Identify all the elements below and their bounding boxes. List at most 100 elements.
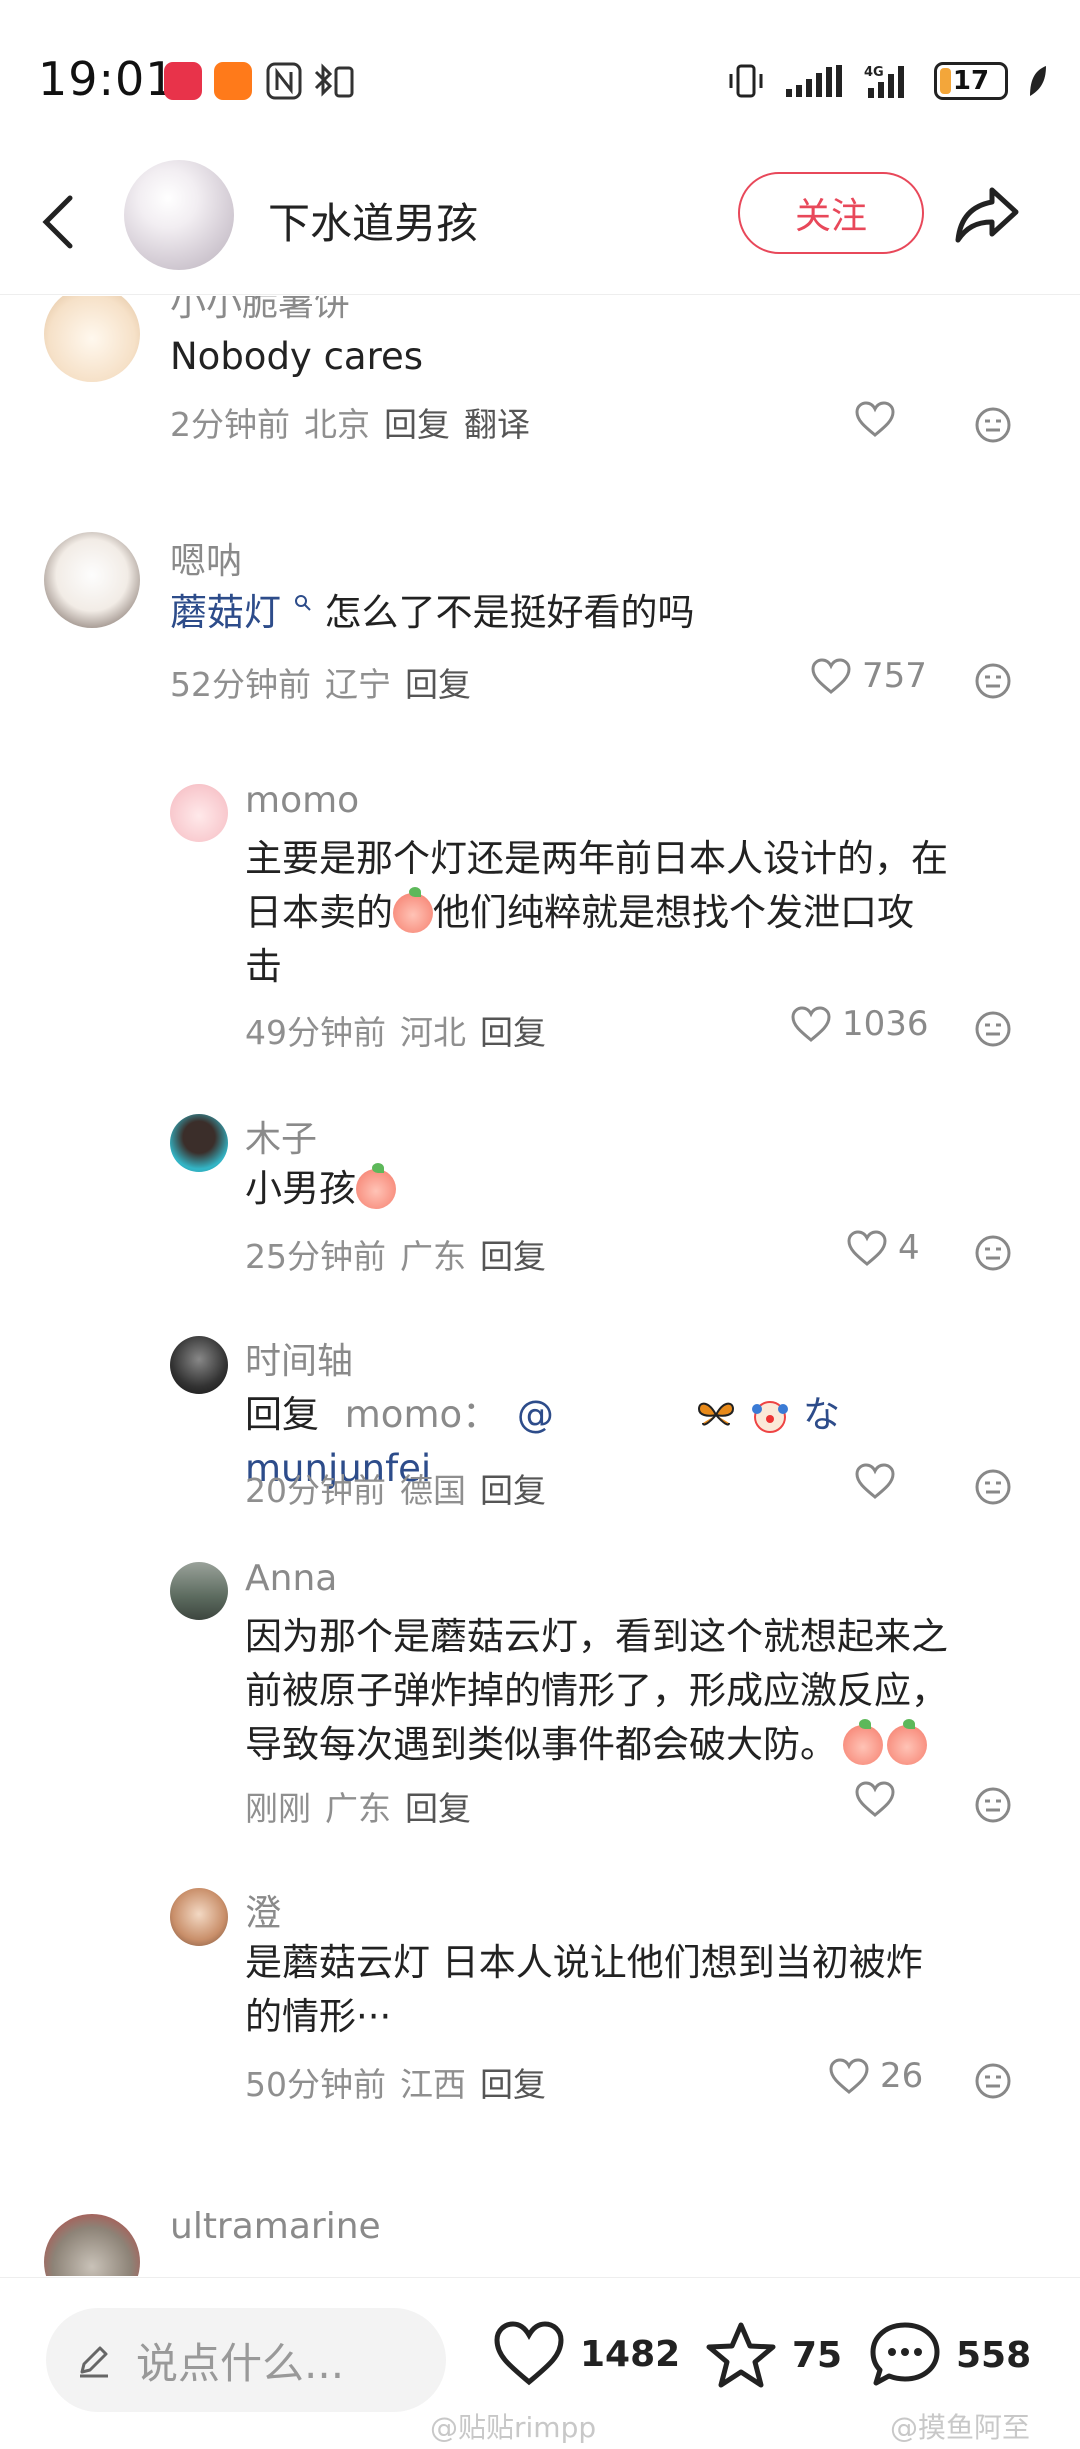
like-button[interactable] (854, 1462, 906, 1500)
reply-button[interactable]: 回复 (480, 1230, 546, 1278)
reply-button[interactable]: 回复 (384, 398, 450, 446)
like-count: 757 (862, 656, 927, 696)
commenter-name[interactable]: Anna (245, 1558, 337, 1599)
peach-emoji (356, 1163, 396, 1209)
4g-signal-icon: 4G (864, 65, 904, 98)
follow-button[interactable]: 关注 (738, 172, 924, 254)
react-face-icon[interactable] (974, 1786, 1012, 1824)
comment-text[interactable]: 是蘑菇云灯 日本人说让他们想到当初被炸 的情形··· (245, 1936, 923, 2044)
commenter-avatar[interactable] (170, 1888, 228, 1946)
butterfly-emoji (698, 1402, 735, 1426)
status-right-icons: 4G 17 (726, 60, 1048, 102)
back-button[interactable] (38, 182, 86, 262)
bottom-action-bar: 说点什么... 1482 75 558 @贴贴rimpp @摸鱼阿至 (0, 2277, 1080, 2449)
commenter-avatar[interactable] (170, 1336, 228, 1394)
status-time: 19:01 (38, 52, 176, 106)
heart-icon (494, 2321, 564, 2386)
commenter-name[interactable]: 嗯呐 (170, 532, 242, 584)
reply-button[interactable]: 回复 (405, 658, 471, 706)
clown-emoji (752, 1401, 789, 1433)
reply-button[interactable]: 回复 (480, 1464, 546, 1512)
commenter-name[interactable]: 小小脆薯饼 (170, 296, 350, 326)
at-sign[interactable]: @ (517, 1393, 554, 1436)
like-count: 26 (880, 2056, 924, 2096)
comment-line: 是蘑菇云灯 日本人说让他们想到当初被炸 (245, 1941, 923, 1984)
share-button[interactable] (952, 180, 1022, 250)
mention-link[interactable]: 蘑菇灯 (170, 591, 281, 634)
comment-time: 2分钟前 (170, 405, 290, 444)
translate-button[interactable]: 翻译 (464, 398, 530, 446)
comment-bubble-icon (870, 2322, 940, 2386)
commenter-avatar[interactable] (170, 784, 228, 842)
signal-icon (786, 65, 842, 97)
reply-button[interactable]: 回复 (480, 1006, 546, 1054)
comment-text[interactable]: 小男孩 (245, 1162, 396, 1216)
favorite-button[interactable]: 75 (704, 2320, 842, 2390)
chevron-left-icon (42, 195, 73, 249)
comment-location: 广东 (400, 1237, 466, 1276)
reply-item: momo 主要是那个灯还是两年前日本人设计的，在 日本卖的 他们纯粹就是想找个发泄… (0, 780, 1080, 1080)
comment-count: 558 (956, 2334, 1032, 2376)
comment-location: 北京 (304, 405, 370, 444)
comment-text[interactable]: 因为那个是蘑菇云灯，看到这个就想起来之 前被原子弹炸掉的情形了，形成应激反应， … (245, 1610, 948, 1772)
star-icon (706, 2322, 776, 2388)
react-face-icon[interactable] (974, 1468, 1012, 1506)
reply-item: 木子 小男孩 25分钟前 广东 回复 4 (0, 1110, 1080, 1310)
reply-item: 澄 是蘑菇云灯 日本人说让他们想到当初被炸 的情形··· 50分钟前 江西 回复… (0, 1884, 1080, 2124)
comment-item: 嗯呐 蘑菇灯 怎么了不是挺好看的吗 52分钟前 辽宁 回复 757 (0, 532, 1080, 722)
commenter-avatar[interactable] (44, 2214, 140, 2276)
commenter-avatar[interactable] (170, 1114, 228, 1172)
like-button[interactable]: 26 (828, 2056, 923, 2096)
commenter-name[interactable]: 时间轴 (245, 1332, 353, 1384)
reply-prefix: 回复 (245, 1393, 319, 1436)
comment-list[interactable]: 小小脆薯饼 Nobody cares 2分钟前 北京 回复 翻译 嗯呐 蘑菇灯 … (0, 296, 1080, 2276)
comments-button[interactable]: 558 (868, 2320, 1031, 2390)
pencil-icon (80, 2346, 108, 2378)
like-button[interactable] (854, 400, 906, 438)
reply-button[interactable]: 回复 (405, 1782, 471, 1830)
commenter-name[interactable]: 澄 (245, 1884, 281, 1936)
comment-time: 刚刚 (245, 1789, 311, 1828)
post-like-button[interactable]: 1482 (492, 2320, 680, 2388)
comment-line: 导致每次遇到类似事件都会破大防。 (245, 1718, 948, 1772)
react-face-icon[interactable] (974, 1234, 1012, 1272)
leaf-icon (1030, 66, 1046, 96)
comment-line: 的情形··· (245, 1995, 392, 2038)
like-button[interactable]: 1036 (790, 1004, 929, 1044)
react-face-icon[interactable] (974, 406, 1012, 444)
heart-icon (855, 401, 895, 437)
commenter-name[interactable]: 木子 (245, 1110, 317, 1162)
comment-text[interactable]: Nobody cares (170, 330, 423, 384)
commenter-name[interactable]: momo (245, 780, 359, 821)
commenter-name[interactable]: ultramarine (170, 2206, 381, 2247)
like-button[interactable]: 4 (846, 1228, 920, 1268)
comment-input-placeholder: 说点什么... (136, 2338, 345, 2388)
like-button[interactable]: 757 (810, 656, 927, 696)
comment-line: 击 (245, 945, 282, 988)
reply-button[interactable]: 回复 (480, 2058, 546, 2106)
crying-peach-emoji (843, 1719, 883, 1765)
author-name[interactable]: 下水道男孩 (268, 190, 478, 251)
comment-time: 52分钟前 (170, 665, 311, 704)
comment-item: ultramarine (0, 2206, 1080, 2276)
post-header: 下水道男孩 关注 (0, 150, 1080, 295)
comment-text[interactable]: 蘑菇灯 怎么了不是挺好看的吗 (170, 586, 695, 640)
react-face-icon[interactable] (974, 2062, 1012, 2100)
comment-text[interactable]: 主要是那个灯还是两年前日本人设计的，在 日本卖的 他们纯粹就是想找个发泄口攻 击 (245, 832, 948, 994)
comment-location: 广东 (325, 1789, 391, 1828)
react-face-icon[interactable] (974, 1010, 1012, 1048)
comment-location: 河北 (400, 1013, 466, 1052)
commenter-avatar[interactable] (44, 532, 140, 628)
commenter-avatar[interactable] (170, 1562, 228, 1620)
comment-line: 日本卖的 他们纯粹就是想找个发泄口攻 (245, 886, 948, 940)
like-button[interactable] (854, 1780, 906, 1818)
reply-target[interactable]: momo： (345, 1393, 499, 1436)
react-face-icon[interactable] (974, 662, 1012, 700)
comment-location: 德国 (400, 1471, 466, 1510)
comment-input[interactable]: 说点什么... (46, 2308, 446, 2412)
share-icon (955, 187, 1019, 243)
nfc-icon (266, 62, 302, 100)
commenter-avatar[interactable] (44, 296, 140, 382)
comment-meta: 50分钟前 江西 回复 (245, 2058, 546, 2106)
author-avatar[interactable] (124, 160, 234, 270)
